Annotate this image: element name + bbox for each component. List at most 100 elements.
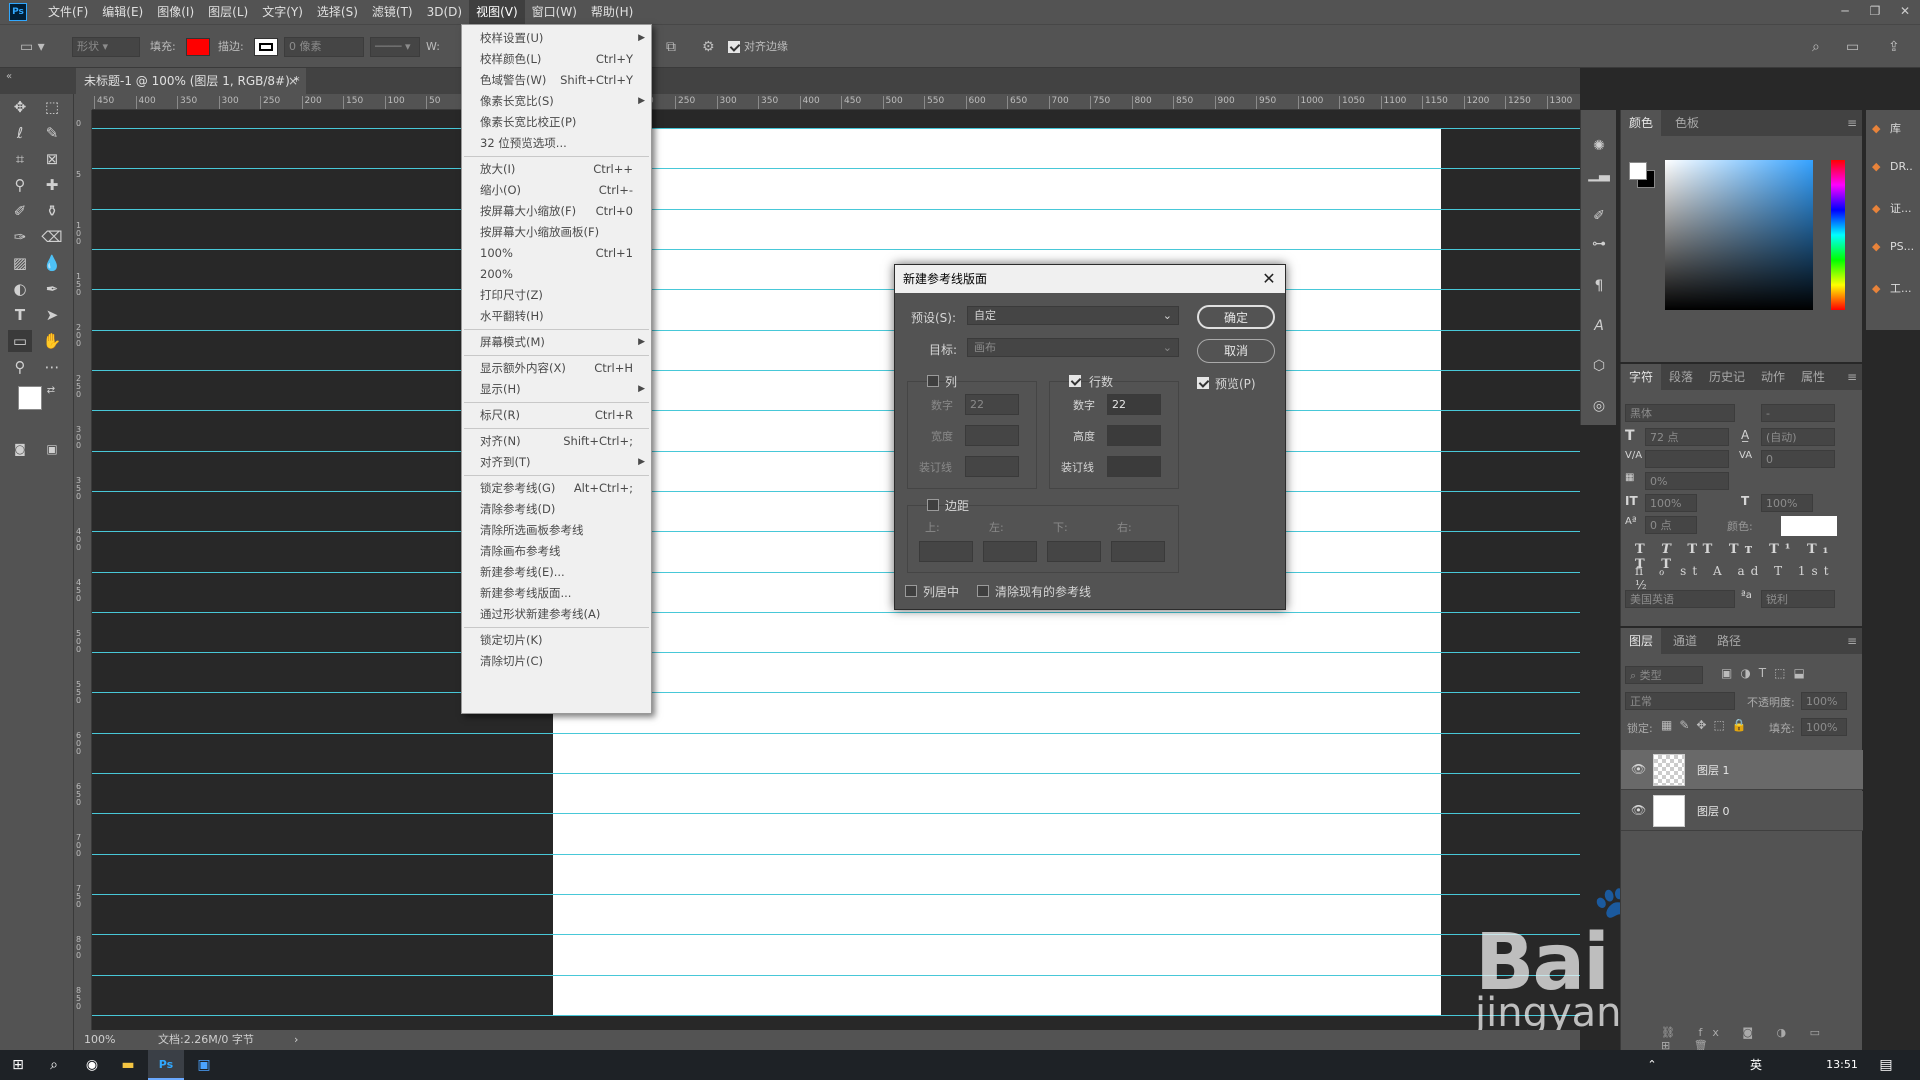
view-menu-item[interactable]: 放大(I) Ctrl++ [462, 159, 651, 180]
menu-6[interactable]: 滤镜(T) [365, 0, 420, 24]
chevron-right-icon[interactable]: › [294, 1030, 298, 1050]
menu-4[interactable]: 文字(Y) [255, 0, 310, 24]
close-tab-icon[interactable]: × [288, 68, 298, 94]
share-icon[interactable]: ⇪ [1888, 37, 1900, 57]
guide-line[interactable] [92, 410, 1580, 411]
kerning-field[interactable] [1645, 450, 1729, 468]
quick-select-tool-icon[interactable]: ✎ [40, 122, 64, 144]
more-tools-icon[interactable]: ⋯ [40, 356, 64, 378]
zoom-tool-icon[interactable]: ⚲ [8, 356, 32, 378]
view-menu-item[interactable]: 显示额外内容(X) Ctrl+H [462, 358, 651, 379]
margin-left-input[interactable] [983, 541, 1037, 562]
layer-footer-icons[interactable]: ⛓ fx ◙ ◑ ▭ ⊞ 🗑 [1661, 1026, 1862, 1052]
stroke-color-swatch[interactable] [254, 38, 278, 56]
horizontal-ruler[interactable]: 4504003503002502001501005005010015020025… [92, 94, 1580, 110]
restore-icon[interactable]: ❐ [1860, 0, 1890, 24]
view-menu-item[interactable]: 200% [462, 264, 651, 285]
view-menu-item[interactable]: 像素长宽比校正(P) [462, 112, 651, 133]
frame-tool-icon[interactable]: ⊠ [40, 148, 64, 170]
rectangle-tool-preset-icon[interactable]: ▭ ▾ [20, 37, 48, 57]
view-menu-item[interactable]: 新建参考线版面... [462, 583, 651, 604]
layer-filter-select[interactable]: ⌕ 类型 [1625, 666, 1703, 684]
guide-line[interactable] [92, 572, 1580, 573]
view-menu-item[interactable]: 校样设置(U) ▶ [462, 28, 651, 49]
vertical-scale-field[interactable]: 100% [1645, 494, 1697, 512]
stroke-width-field[interactable]: 0 像素 [284, 37, 364, 57]
font-family-select[interactable]: 黑体 [1625, 404, 1735, 422]
search-icon[interactable]: ⌕ [36, 1050, 72, 1080]
3d-icon[interactable]: ⬡ [1587, 354, 1611, 378]
color-field[interactable] [1665, 160, 1813, 310]
tab-color[interactable]: 颜色 [1621, 110, 1662, 136]
menu-1[interactable]: 编辑(E) [95, 0, 150, 24]
brush-tool-icon[interactable]: ✐ [8, 200, 32, 222]
lasso-tool-icon[interactable]: ℓ [8, 122, 32, 144]
guide-line[interactable] [92, 209, 1580, 210]
panel-menu-icon[interactable]: ≡ [1839, 364, 1865, 390]
gradient-tool-icon[interactable]: ▨ [8, 252, 32, 274]
layer-filter-icons[interactable]: ▣◑T⬚⬓ [1721, 666, 1813, 680]
view-menu-item[interactable]: 对齐(N) Shift+Ctrl+; [462, 431, 651, 452]
guide-line[interactable] [92, 370, 1580, 371]
tab-channels[interactable]: 通道 [1665, 628, 1705, 654]
guide-line[interactable] [92, 168, 1580, 169]
close-icon[interactable]: ✕ [1259, 265, 1279, 293]
collapsed-panel-item[interactable]: ◆ DR.. [1872, 160, 1913, 173]
guide-line[interactable] [92, 854, 1580, 855]
guide-line[interactable] [92, 330, 1580, 331]
view-menu-item[interactable]: 对齐到(T) ▶ [462, 452, 651, 473]
preset-select[interactable]: 自定 ⌄ [967, 306, 1179, 325]
collapsed-panel-item[interactable]: ◆ 库 [1872, 120, 1901, 136]
view-menu-item[interactable]: 显示(H) ▶ [462, 379, 651, 400]
chrome-icon[interactable]: ◉ [74, 1050, 110, 1080]
guide-line[interactable] [92, 289, 1580, 290]
view-menu-item[interactable]: 按屏幕大小缩放画板(F) [462, 222, 651, 243]
move-tool-icon[interactable]: ✥ [8, 96, 32, 118]
view-menu-item[interactable]: 清除参考线(D) [462, 499, 651, 520]
margin-checkbox[interactable] [927, 499, 939, 511]
view-menu-item[interactable]: 水平翻转(H) [462, 306, 651, 327]
margin-right-input[interactable] [1111, 541, 1165, 562]
guide-line[interactable] [92, 894, 1580, 895]
dodge-tool-icon[interactable]: ◐ [8, 278, 32, 300]
photoshop-logo-icon[interactable]: Ps [9, 3, 27, 21]
menu-7[interactable]: 3D(D) [420, 0, 469, 24]
healing-brush-tool-icon[interactable]: ✚ [40, 174, 64, 196]
columns-width-input[interactable] [965, 425, 1019, 446]
margin-top-input[interactable] [919, 541, 973, 562]
preview-checkbox[interactable] [1197, 377, 1209, 389]
menu-5[interactable]: 选择(S) [310, 0, 365, 24]
canvas-area[interactable] [92, 110, 1580, 1030]
columns-gutter-input[interactable] [965, 456, 1019, 477]
collapsed-panel-item[interactable]: ◆ PS... [1872, 240, 1914, 253]
photoshop-taskbar-icon[interactable]: Ps [148, 1050, 184, 1080]
rows-number-input[interactable]: 22 [1107, 394, 1161, 415]
panel-menu-icon[interactable]: ≡ [1839, 110, 1865, 136]
view-menu-item[interactable]: 色域警告(W) Shift+Ctrl+Y [462, 70, 651, 91]
crop-tool-icon[interactable]: ⌗ [8, 148, 32, 170]
vertical-ruler[interactable]: 0 5 1 0 0 1 5 0 2 0 0 2 5 0 3 0 0 3 5 0 4 0 0 4 5… [74, 110, 92, 1030]
toolbar-collapse[interactable]: « [0, 68, 76, 94]
view-menu-item[interactable]: 100% Ctrl+1 [462, 243, 651, 264]
view-menu-item[interactable]: 通过形状新建参考线(A) [462, 604, 651, 625]
doc-info[interactable]: 文档:2.26M/0 字节 [158, 1030, 254, 1050]
close-window-icon[interactable]: ✕ [1890, 0, 1920, 24]
tab-properties[interactable]: 属性 [1793, 364, 1833, 390]
view-menu-item[interactable]: 新建参考线(E)... [462, 562, 651, 583]
tab-paths[interactable]: 路径 [1709, 628, 1749, 654]
horizontal-scale-field[interactable]: 100% [1761, 494, 1813, 512]
rows-checkbox[interactable] [1069, 375, 1081, 387]
swap-colors-icon[interactable]: ⇄ [44, 380, 58, 402]
ok-button[interactable]: 确定 [1197, 305, 1275, 329]
view-menu-item[interactable]: 像素长宽比(S) ▶ [462, 91, 651, 112]
blend-mode-select[interactable]: 正常 [1625, 692, 1735, 710]
menu-8[interactable]: 视图(V) [469, 0, 525, 24]
tab-history[interactable]: 历史记 [1701, 364, 1753, 390]
artboard-tool-icon[interactable]: ⬚ [40, 96, 64, 118]
paragraph-icon[interactable]: ¶ [1587, 274, 1611, 298]
tab-layers[interactable]: 图层 [1621, 628, 1662, 654]
collapsed-panel-item[interactable]: ◆ 证... [1872, 200, 1912, 216]
leading-field[interactable]: (自动) [1761, 428, 1835, 446]
guide-line[interactable] [92, 1015, 1580, 1016]
guide-line[interactable] [92, 773, 1580, 774]
